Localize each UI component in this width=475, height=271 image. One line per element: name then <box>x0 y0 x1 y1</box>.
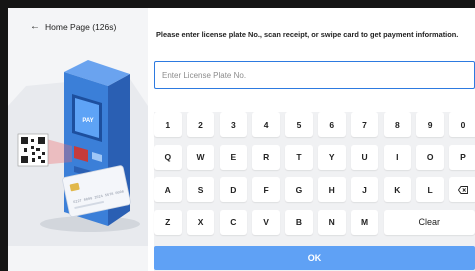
key-e[interactable]: E <box>219 144 248 170</box>
key-k[interactable]: K <box>383 177 412 202</box>
keyboard-row: ASDFGHJKL <box>154 177 475 202</box>
key-2[interactable]: 2 <box>186 112 215 137</box>
key-i[interactable]: I <box>383 144 412 170</box>
key-g[interactable]: G <box>285 177 313 202</box>
kiosk-illustration: PAY 6227 0000 2024 5678 0000 <box>8 60 148 246</box>
left-panel: ← Home Page (126s) PAY 6227 0000 2024 56… <box>8 8 148 271</box>
key-7[interactable]: 7 <box>350 112 379 137</box>
back-home-link[interactable]: ← Home Page (126s) <box>30 20 116 34</box>
key-d[interactable]: D <box>219 177 248 202</box>
back-home-label: Home Page (126s) <box>45 22 117 32</box>
instruction-text: Please enter license plate No., scan rec… <box>156 30 459 39</box>
key-l[interactable]: L <box>416 177 444 202</box>
license-plate-input[interactable] <box>154 61 475 89</box>
key-u[interactable]: U <box>350 144 379 170</box>
key-r[interactable]: R <box>252 144 280 170</box>
key-6[interactable]: 6 <box>318 112 346 137</box>
key-a[interactable]: A <box>154 177 182 202</box>
key-8[interactable]: 8 <box>383 112 412 137</box>
key-f[interactable]: F <box>252 177 280 202</box>
key-q[interactable]: Q <box>154 144 182 170</box>
key-backspace[interactable] <box>449 177 475 202</box>
key-t[interactable]: T <box>285 144 313 170</box>
key-3[interactable]: 3 <box>219 112 248 137</box>
backspace-icon <box>457 185 468 194</box>
keyboard-row: Z X C V B N M Clear <box>154 209 475 235</box>
key-w[interactable]: W <box>186 144 215 170</box>
back-arrow-icon: ← <box>30 21 40 32</box>
keyboard-row: QWERTYUIOP <box>154 144 475 170</box>
key-n[interactable]: N <box>318 209 346 235</box>
key-p[interactable]: P <box>449 144 475 170</box>
key-j[interactable]: J <box>350 177 379 202</box>
key-z[interactable]: Z <box>154 209 182 235</box>
key-4[interactable]: 4 <box>252 112 280 137</box>
key-s[interactable]: S <box>186 177 215 202</box>
key-c[interactable]: C <box>219 209 248 235</box>
key-v[interactable]: V <box>252 209 280 235</box>
key-9[interactable]: 9 <box>416 112 444 137</box>
key-h[interactable]: H <box>318 177 346 202</box>
keyboard-row: 1234567890 <box>154 112 475 137</box>
key-m[interactable]: M <box>350 209 379 235</box>
key-x[interactable]: X <box>186 209 215 235</box>
key-y[interactable]: Y <box>318 144 346 170</box>
kiosk-screen-text: PAY <box>82 118 93 124</box>
key-clear[interactable]: Clear <box>383 209 475 235</box>
payment-screen: ← Home Page (126s) PAY 6227 0000 2024 56… <box>8 8 475 271</box>
key-1[interactable]: 1 <box>154 112 182 137</box>
key-o[interactable]: O <box>416 144 444 170</box>
key-5[interactable]: 5 <box>285 112 313 137</box>
key-0[interactable]: 0 <box>449 112 475 137</box>
ok-button[interactable]: OK <box>154 246 475 270</box>
key-b[interactable]: B <box>285 209 313 235</box>
